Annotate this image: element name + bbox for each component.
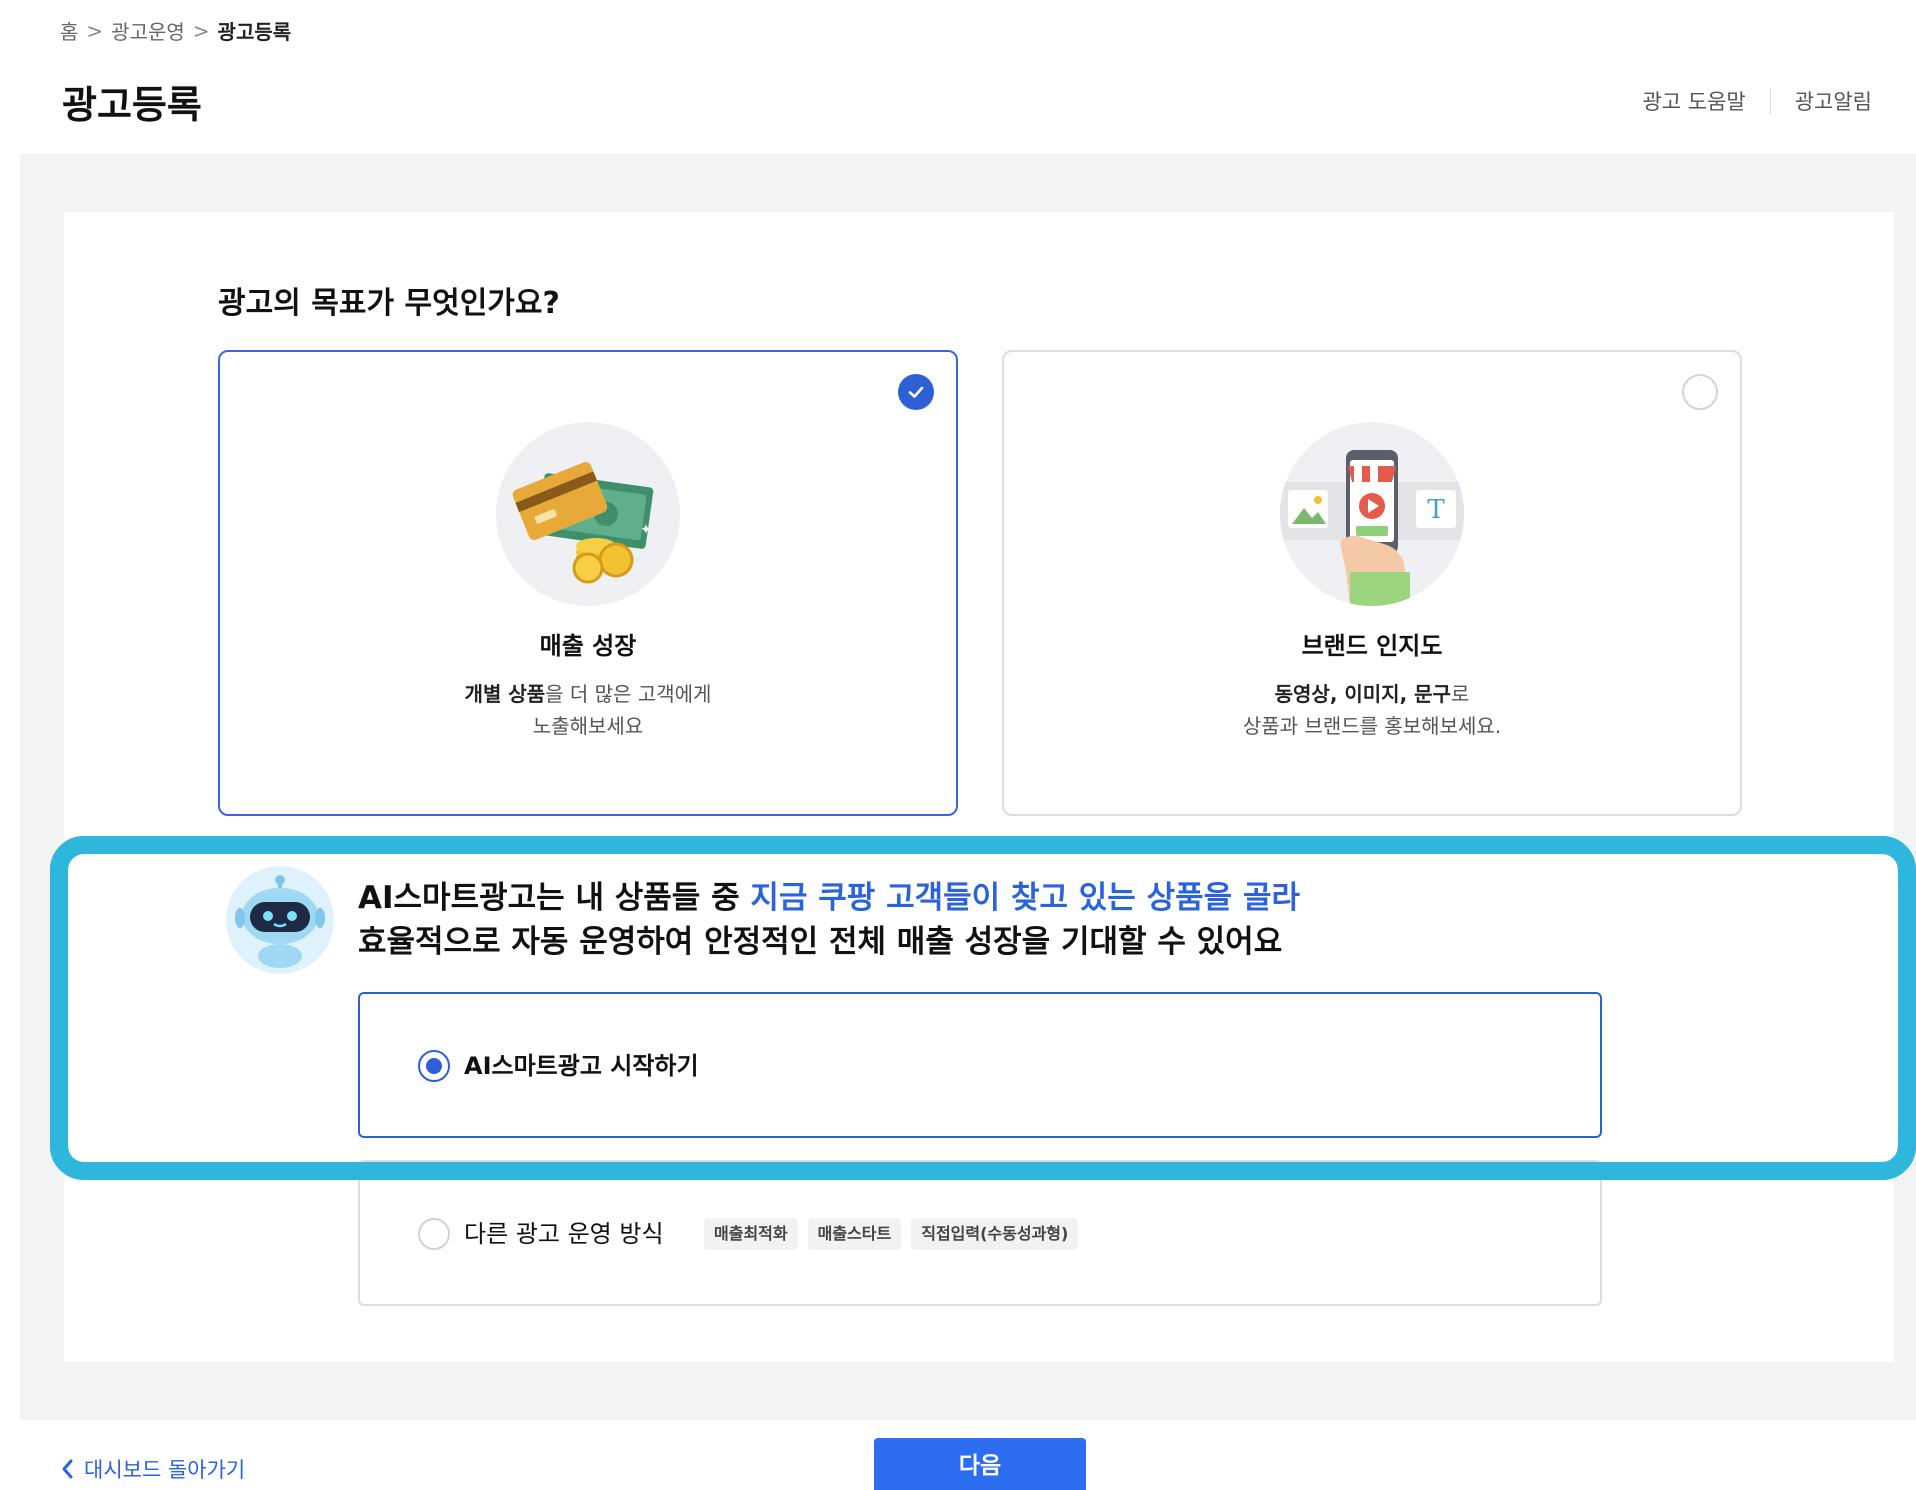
method-tags: 매출최적화 매출스타트 직접입력(수동성과형) [704, 1218, 1079, 1250]
ai-text-highlight: 지금 쿠팡 고객들이 찾고 있는 상품을 골라 [750, 880, 1301, 916]
link-divider [1769, 88, 1771, 114]
goal-desc-rest: 을 더 많은 고객에게 [545, 682, 712, 706]
breadcrumb-home[interactable]: 홈 [60, 16, 78, 45]
goal-desc-bold: 동영상, 이미지, 문구 [1274, 682, 1451, 706]
phone-store-icon: T [1280, 422, 1464, 606]
robot-icon [224, 864, 336, 976]
alerts-link[interactable]: 광고알림 [1795, 86, 1872, 116]
goal-desc-line2: 상품과 브랜드를 홍보해보세요. [1242, 714, 1502, 738]
ai-text-line2: 효율적으로 자동 운영하여 안정적인 전체 매출 성장을 기대할 수 있어요 [358, 924, 1283, 960]
svg-text:✦: ✦ [640, 522, 652, 538]
option-label: 다른 광고 운영 방식 [464, 1220, 664, 1248]
chevron-left-icon [62, 1459, 73, 1479]
goal-desc-line2: 노출해보세요 [532, 714, 644, 738]
check-icon [898, 374, 934, 410]
breadcrumb-separator: > [86, 18, 104, 43]
goal-desc-rest: 로 [1450, 682, 1470, 706]
goal-desc-bold: 개별 상품 [464, 682, 546, 706]
method-tag: 매출스타트 [807, 1218, 902, 1250]
breadcrumb-section[interactable]: 광고운영 [111, 16, 185, 45]
option-label: AI스마트광고 시작하기 [464, 1052, 699, 1080]
ai-smart-ad-description: AI스마트광고는 내 상품들 중 지금 쿠팡 고객들이 찾고 있는 상품을 골라… [358, 876, 1300, 964]
goal-description: 개별 상품을 더 많은 고객에게 노출해보세요 [220, 678, 956, 742]
option-other-methods[interactable]: 다른 광고 운영 방식 매출최적화 매출스타트 직접입력(수동성과형) [358, 1160, 1602, 1306]
method-tag: 매출최적화 [704, 1218, 798, 1250]
goal-description: 동영상, 이미지, 문구로 상품과 브랜드를 홍보해보세요. [1004, 678, 1740, 742]
money-card-icon: ✦ [496, 422, 680, 606]
goal-title: 매출 성장 [539, 632, 637, 660]
breadcrumb: 홈 > 광고운영 > 광고등록 [60, 16, 291, 45]
breadcrumb-separator: > [192, 18, 210, 43]
next-button[interactable]: 다음 [874, 1438, 1086, 1490]
goal-card-brand-awareness[interactable]: T 브랜드 인지도 동영상, 이미지, 문구로 상품과 브랜드를 홍보해보세요. [1002, 350, 1742, 816]
option-ai-smart-ad[interactable]: AI스마트광고 시작하기 [358, 992, 1602, 1138]
goal-card-sales-growth[interactable]: ✦ 매출 성장 개별 상품을 더 많은 고객에게 노출해보세요 [218, 350, 958, 816]
back-label: 대시보드 돌아가기 [84, 1458, 246, 1482]
page-title: 광고등록 [62, 83, 202, 127]
svg-text:T: T [1427, 495, 1445, 525]
method-tag: 직접입력(수동성과형) [911, 1218, 1079, 1250]
radio-unselected-icon[interactable] [418, 1218, 450, 1250]
breadcrumb-current: 광고등록 [217, 20, 292, 44]
goal-title: 브랜드 인지도 [1301, 632, 1443, 660]
ai-text-prefix: AI스마트광고는 내 상품들 중 [358, 880, 751, 916]
goal-question: 광고의 목표가 무엇인가요? [218, 286, 560, 321]
radio-unselected-icon [1682, 374, 1718, 410]
back-to-dashboard-link[interactable]: 대시보드 돌아가기 [60, 1454, 245, 1484]
help-link[interactable]: 광고 도움말 [1642, 86, 1745, 116]
top-links: 광고 도움말 광고알림 [1642, 86, 1872, 116]
radio-selected-icon[interactable] [418, 1050, 450, 1082]
